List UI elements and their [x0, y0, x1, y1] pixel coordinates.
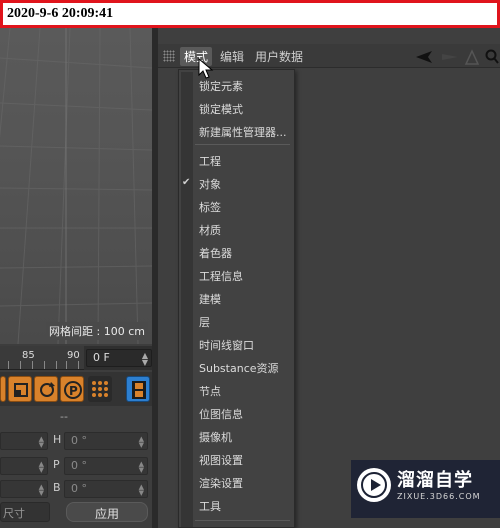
play-logo-icon	[357, 468, 391, 502]
coordinate-letter: B	[53, 481, 61, 494]
spinner-icon[interactable]: ▲ ▼	[39, 436, 44, 449]
spinner-icon[interactable]: ▲ ▼	[139, 461, 144, 474]
current-frame-value: 0 F	[93, 351, 110, 364]
rotate-key-button[interactable]	[34, 376, 58, 402]
menu-separator	[195, 144, 290, 145]
timeline[interactable]: 85 90 0 F ▲ ▼	[0, 346, 152, 370]
coordinates-separator: --	[60, 410, 68, 423]
timeline-tick-label: 85	[22, 350, 35, 361]
coordinates-panel: -- ▲ ▼ H 0 ° ▲ ▼ ▲ ▼ P 0 ° ▲ ▼ ▲ ▼ B 0 ° ▲ ▼	[0, 406, 152, 528]
viewport[interactable]: 网格间距 : 100 cm	[0, 28, 152, 344]
svg-text:P: P	[69, 384, 78, 398]
menu-item-tools[interactable]: 工具	[199, 498, 221, 514]
menu-item-render-settings[interactable]: 渲染设置	[199, 475, 243, 491]
menu-item-tags[interactable]: 标签	[199, 199, 221, 215]
menu-item-project[interactable]: 工程	[199, 153, 221, 169]
coordinate-value: 0 °	[71, 482, 87, 495]
film-strip-icon	[132, 381, 146, 399]
size-mode-label: 尺寸	[3, 507, 25, 520]
film-strip-button[interactable]	[126, 376, 150, 402]
menu-edit[interactable]: 编辑	[220, 48, 244, 65]
timeline-tick	[78, 361, 79, 369]
coordinate-value: 0 °	[71, 434, 87, 447]
animation-toolbar: P	[0, 372, 152, 406]
coordinate-letter: H	[53, 433, 62, 446]
navigation-icons	[416, 49, 499, 65]
spinner-icon[interactable]: ▲ ▼	[139, 484, 144, 497]
up-arrow-icon[interactable]	[464, 49, 480, 65]
menu-separator	[195, 520, 290, 521]
grid-spacing-label: 网格间距 : 100 cm	[46, 322, 148, 340]
coordinate-row: ▲ ▼ H 0 ° ▲ ▼	[0, 432, 152, 450]
current-frame-field[interactable]: 0 F ▲ ▼	[86, 349, 152, 367]
watermark-subtitle: ZIXUE.3D66.COM	[397, 492, 481, 501]
watermark-title: 溜溜自学	[397, 470, 473, 491]
menu-item-layers[interactable]: 层	[199, 314, 210, 330]
grid-dots-icon	[92, 381, 108, 397]
menu-item-new-attribute-manager[interactable]: 新建属性管理器...	[199, 124, 287, 140]
timeline-ruler[interactable]: 85 90	[0, 346, 84, 370]
screen: 2020-9-6 20:09:41 网格间距 : 100 cm 85 90 0 …	[0, 0, 500, 528]
toolbar-button-partial[interactable]	[0, 376, 6, 402]
menu-item-substance-assets[interactable]: Substance资源	[199, 360, 279, 376]
coordinate-row: ▲ ▼ P 0 ° ▲ ▼	[0, 457, 152, 475]
pla-key-button[interactable]	[88, 376, 112, 402]
back-arrow-icon[interactable]	[416, 51, 432, 63]
parameter-key-icon: P	[64, 381, 82, 399]
apply-button-label: 应用	[94, 507, 119, 521]
menu-item-lock-element[interactable]: 锁定元素	[199, 78, 243, 94]
apply-button[interactable]: 应用	[66, 502, 148, 522]
coordinate-field[interactable]: ▲ ▼	[0, 432, 48, 450]
menu-item-materials[interactable]: 材质	[199, 222, 221, 238]
frame-spinner-icon[interactable]: ▲ ▼	[142, 352, 148, 367]
scale-key-icon	[14, 383, 28, 397]
menu-item-timeline-window[interactable]: 时间线窗口	[199, 337, 254, 353]
timestamp-text: 2020-9-6 20:09:41	[7, 6, 114, 21]
search-icon-handle	[493, 57, 499, 64]
panel-grip-icon[interactable]	[163, 50, 175, 62]
coordinate-value-field[interactable]: 0 ° ▲ ▼	[64, 457, 148, 475]
timeline-tick	[32, 361, 33, 369]
menu-user-data[interactable]: 用户数据	[255, 48, 303, 65]
coordinate-value-field[interactable]: 0 ° ▲ ▼	[64, 432, 148, 450]
menu-item-modeling[interactable]: 建模	[199, 291, 221, 307]
mode-dropdown-menu: 锁定元素 锁定模式 新建属性管理器... 工程 ✔ 对象 标签 材质 着色器 工…	[178, 69, 295, 528]
spinner-icon[interactable]: ▲ ▼	[39, 461, 44, 474]
timeline-tick-label: 90	[67, 350, 80, 361]
forward-arrow-icon[interactable]	[442, 54, 458, 60]
coordinate-value: 0 °	[71, 459, 87, 472]
mouse-cursor-icon	[198, 58, 214, 79]
timestamp-bar: 2020-9-6 20:09:41	[0, 0, 500, 28]
menu-item-objects[interactable]: 对象	[199, 176, 221, 192]
coordinate-value-field[interactable]: 0 ° ▲ ▼	[64, 480, 148, 498]
timeline-tick	[66, 361, 67, 369]
coordinate-field[interactable]: ▲ ▼	[0, 457, 48, 475]
timeline-tick	[8, 361, 9, 369]
menu-item-lock-mode[interactable]: 锁定模式	[199, 101, 243, 117]
menu-item-bitmap-info[interactable]: 位图信息	[199, 406, 243, 422]
menu-item-view-settings[interactable]: 视图设置	[199, 452, 243, 468]
timeline-tick	[20, 361, 21, 369]
size-mode-dropdown[interactable]: 尺寸	[0, 502, 50, 522]
scale-key-button[interactable]	[8, 376, 32, 402]
parameter-key-button[interactable]: P	[60, 376, 84, 402]
menu-item-project-info[interactable]: 工程信息	[199, 268, 243, 284]
coordinate-letter: P	[53, 458, 60, 471]
check-icon: ✔	[182, 177, 191, 188]
watermark: 溜溜自学 ZIXUE.3D66.COM	[351, 460, 500, 518]
spinner-icon[interactable]: ▲ ▼	[39, 484, 44, 497]
coordinate-row: ▲ ▼ B 0 ° ▲ ▼	[0, 480, 152, 498]
rotate-key-icon	[40, 382, 55, 397]
menu-item-nodes[interactable]: 节点	[199, 383, 221, 399]
timeline-tick	[56, 361, 57, 369]
viewport-grid	[0, 28, 152, 344]
menu-item-camera[interactable]: 摄像机	[199, 429, 232, 445]
coordinate-field[interactable]: ▲ ▼	[0, 480, 48, 498]
menu-icon-strip	[181, 72, 193, 527]
spinner-icon[interactable]: ▲ ▼	[139, 436, 144, 449]
timeline-tick	[44, 361, 45, 369]
menu-item-shaders[interactable]: 着色器	[199, 245, 232, 261]
